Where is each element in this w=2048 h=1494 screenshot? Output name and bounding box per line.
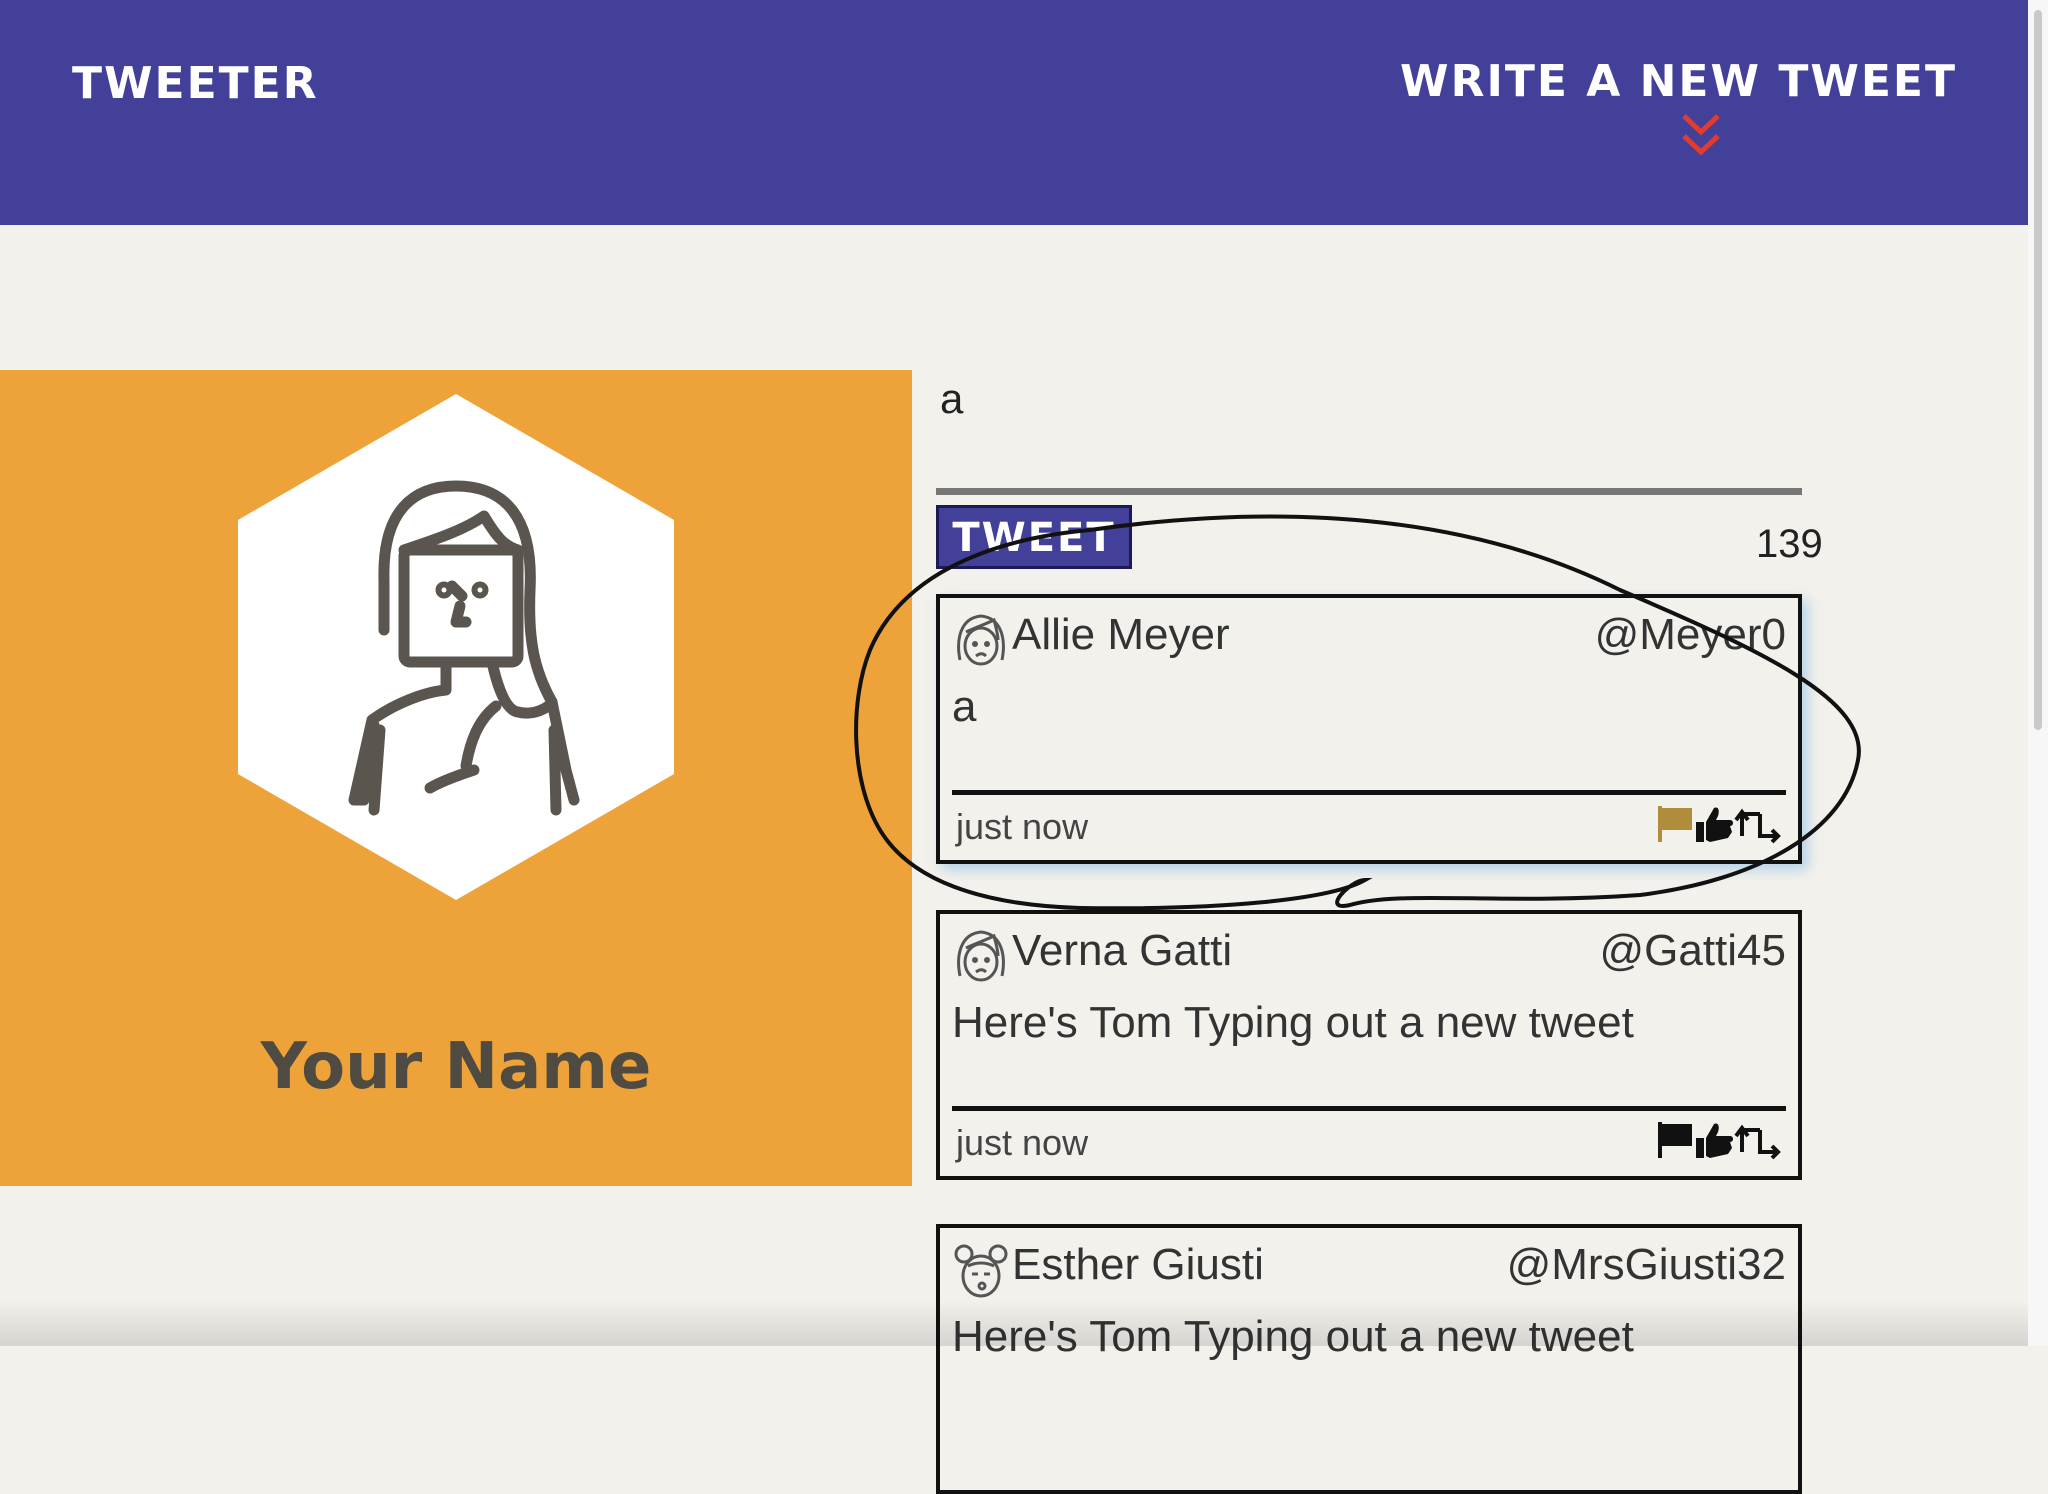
avatar-icon xyxy=(954,1244,1008,1298)
tweet-card: Esther Giusti @MrsGiusti32 Here's Tom Ty… xyxy=(936,1224,1802,1494)
tweet-submit-button[interactable]: TWEET xyxy=(936,505,1132,569)
like-icon[interactable] xyxy=(1696,1123,1733,1158)
flag-icon[interactable] xyxy=(1658,1122,1692,1158)
tweet-author-name: Allie Meyer xyxy=(1012,610,1230,659)
tweet-divider xyxy=(952,790,1786,795)
brand-logo[interactable]: TWEETER xyxy=(72,58,319,109)
tweet-author-name: Esther Giusti xyxy=(1012,1240,1264,1289)
avatar-icon xyxy=(957,614,1005,666)
profile-avatar-icon xyxy=(238,394,674,900)
scrollbar-thumb[interactable] xyxy=(2034,10,2042,730)
top-nav: TWEETER WRITE A NEW TWEET xyxy=(0,0,2028,225)
char-counter: 139 xyxy=(1756,522,1823,566)
tweet-author-handle: @Gatti45 xyxy=(1599,926,1786,975)
bottom-fade xyxy=(0,1300,2028,1346)
avatar-icon xyxy=(957,930,1005,982)
tweet-author-handle: @MrsGiusti32 xyxy=(1506,1240,1786,1289)
tweet-actions xyxy=(1658,806,1781,844)
compose-underline xyxy=(936,488,1802,495)
tweet-timestamp: just now xyxy=(956,806,1089,847)
flag-icon[interactable] xyxy=(1658,806,1692,842)
tweet-compose-input[interactable]: a xyxy=(940,375,963,423)
tweet-body: a xyxy=(952,682,977,731)
tweet-actions xyxy=(1658,1122,1781,1160)
retweet-icon[interactable] xyxy=(1734,808,1781,844)
profile-card: Your Name xyxy=(0,370,912,1186)
retweet-icon[interactable] xyxy=(1734,1124,1781,1160)
tweet-divider xyxy=(952,1106,1786,1111)
chevron-down-icon[interactable] xyxy=(1680,112,1722,158)
page-scrollbar[interactable] xyxy=(2028,0,2048,1346)
tweet-card: Allie Meyer @Meyer0 a just now xyxy=(936,594,1802,864)
write-new-tweet-link[interactable]: WRITE A NEW TWEET xyxy=(1400,56,1957,107)
tweet-author-handle: @Meyer0 xyxy=(1594,610,1786,659)
tweet-body: Here's Tom Typing out a new tweet xyxy=(952,998,1634,1047)
tweet-author-name: Verna Gatti xyxy=(1012,926,1233,975)
tweet-timestamp: just now xyxy=(956,1122,1089,1163)
like-icon[interactable] xyxy=(1696,807,1733,842)
tweet-card: Verna Gatti @Gatti45 Here's Tom Typing o… xyxy=(936,910,1802,1180)
profile-name: Your Name xyxy=(260,1030,652,1104)
